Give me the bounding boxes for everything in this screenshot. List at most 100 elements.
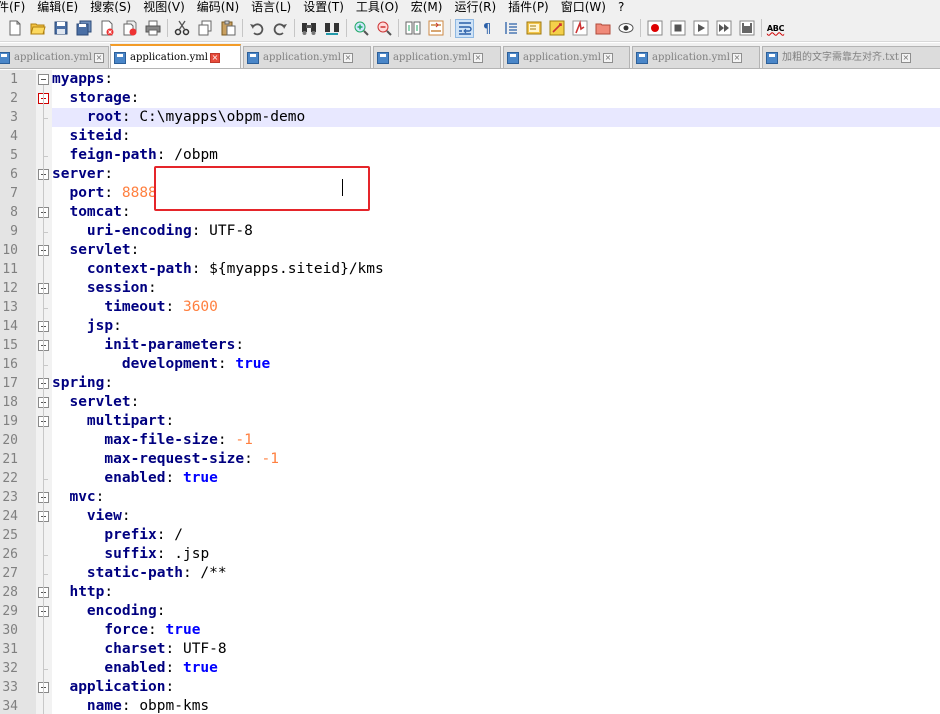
code-line[interactable]: encoding: (52, 602, 940, 621)
code-line[interactable]: siteid: (52, 127, 940, 146)
code-line[interactable]: context-path: ${myapps.siteid}/kms (52, 260, 940, 279)
code-line[interactable]: development: true (52, 355, 940, 374)
doc-map-button[interactable] (525, 20, 542, 37)
word-wrap-button[interactable] (455, 18, 474, 38)
menu-item-12[interactable]: ? (618, 0, 624, 15)
redo-button[interactable] (271, 20, 288, 37)
yaml-colon: : (235, 337, 245, 353)
tab-5[interactable]: application.yml × (503, 46, 630, 68)
code-line[interactable]: prefix: / (52, 526, 940, 545)
fold-margin[interactable] (36, 70, 52, 714)
monitor-button[interactable] (617, 20, 634, 37)
save-button[interactable] (52, 20, 69, 37)
tab-6[interactable]: application.yml × (632, 46, 760, 68)
yaml-colon: : (182, 565, 201, 581)
fold-toggle-icon[interactable] (38, 74, 49, 85)
code-line[interactable]: servlet: (52, 241, 940, 260)
sync-horizontal-button[interactable] (427, 20, 444, 37)
code-line[interactable]: name: obpm-kms (52, 697, 940, 714)
menu-item-8[interactable]: 宏(M) (411, 0, 443, 15)
tab-1[interactable]: application.yml × (0, 46, 109, 68)
yaml-colon: : (217, 432, 236, 448)
code-line[interactable]: enabled: true (52, 469, 940, 488)
new-file-button[interactable] (6, 20, 23, 37)
menu-item-9[interactable]: 运行(R) (454, 0, 496, 15)
zoom-in-button[interactable] (352, 20, 369, 37)
code-line[interactable]: feign-path: /obpm (52, 146, 940, 165)
play-macro-button[interactable] (692, 20, 709, 37)
tab-close-icon[interactable]: × (472, 52, 483, 63)
tab-3[interactable]: application.yml × (243, 46, 371, 68)
line-number: 18 (2, 395, 18, 410)
code-line[interactable]: force: true (52, 621, 940, 640)
code-line[interactable]: max-file-size: -1 (52, 431, 940, 450)
tab-7[interactable]: 加粗的文字需靠左对齐.txt × (762, 46, 940, 68)
sync-vertical-button[interactable] (404, 20, 421, 37)
code-line[interactable]: myapps: (52, 70, 940, 89)
code-line[interactable]: session: (52, 279, 940, 298)
code-line[interactable]: view: (52, 507, 940, 526)
menu-item-7[interactable]: 工具(O) (356, 0, 399, 15)
tab-close-icon[interactable]: × (342, 52, 353, 63)
code-line[interactable]: mvc: (52, 488, 940, 507)
replace-button[interactable] (323, 20, 340, 37)
code-line[interactable]: jsp: (52, 317, 940, 336)
zoom-out-button[interactable] (375, 20, 392, 37)
menu-item-0[interactable]: 件(F) (0, 0, 25, 15)
paste-button[interactable] (219, 20, 236, 37)
close-all-button[interactable] (121, 20, 138, 37)
undo-button[interactable] (248, 20, 265, 37)
code-line[interactable]: servlet: (52, 393, 940, 412)
tab-close-icon[interactable]: × (900, 52, 911, 63)
tab-2[interactable]: application.yml × (110, 44, 241, 68)
tab-label: application.yml (393, 51, 471, 63)
code-line[interactable]: spring: (52, 374, 940, 393)
menu-item-5[interactable]: 语言(L) (251, 0, 291, 15)
code-line[interactable]: charset: UTF-8 (52, 640, 940, 659)
menu-item-11[interactable]: 窗口(W) (561, 0, 606, 15)
tab-close-icon[interactable]: × (731, 52, 742, 63)
find-button[interactable] (300, 20, 317, 37)
record-macro-button[interactable] (646, 20, 663, 37)
tab-close-icon[interactable]: × (209, 52, 220, 63)
menu-item-1[interactable]: 编辑(E) (37, 0, 78, 15)
open-file-button[interactable] (29, 20, 46, 37)
code-line[interactable]: application: (52, 678, 940, 697)
menu-item-10[interactable]: 插件(P) (508, 0, 549, 15)
code-line[interactable]: init-parameters: (52, 336, 940, 355)
tab-4[interactable]: application.yml × (373, 46, 501, 68)
save-all-button[interactable] (75, 20, 92, 37)
menu-item-2[interactable]: 搜索(S) (90, 0, 131, 15)
toolbar-separator (761, 19, 762, 37)
menu-item-6[interactable]: 设置(T) (303, 0, 344, 15)
code-line[interactable]: root: C:\myapps\obpm-demo (52, 108, 940, 127)
play-multiple-button[interactable] (715, 20, 732, 37)
code-editor[interactable]: 1 2 3 4 5 6 7 8 9 10 11 12 13 14 15 16 17 18 19 20 21 22 23 24 2… (0, 70, 940, 714)
show-all-chars-button[interactable]: ¶ (479, 20, 496, 37)
copy-button[interactable] (196, 20, 213, 37)
stop-record-button[interactable] (669, 20, 686, 37)
menu-item-3[interactable]: 视图(V) (143, 0, 185, 15)
tab-close-icon[interactable]: × (93, 52, 104, 63)
code-line[interactable]: multipart: (52, 412, 940, 431)
function-list-button[interactable] (548, 20, 565, 37)
close-button[interactable] (98, 20, 115, 37)
code-line[interactable]: enabled: true (52, 659, 940, 678)
tab-close-icon[interactable]: × (602, 52, 613, 63)
lang-button[interactable] (571, 20, 588, 37)
folder-workspace-button[interactable] (594, 20, 611, 37)
code-line[interactable]: http: (52, 583, 940, 602)
print-button[interactable] (144, 20, 161, 37)
code-line[interactable]: uri-encoding: UTF-8 (52, 222, 940, 241)
code-line[interactable]: max-request-size: -1 (52, 450, 940, 469)
spell-check-button[interactable]: ABC (767, 20, 785, 37)
menu-item-4[interactable]: 编码(N) (197, 0, 239, 15)
code-line[interactable]: storage: (52, 89, 940, 108)
code-line[interactable]: static-path: /** (52, 564, 940, 583)
code-line[interactable]: suffix: .jsp (52, 545, 940, 564)
save-macro-button[interactable] (738, 20, 755, 37)
indent-guide-button[interactable] (502, 20, 519, 37)
cut-button[interactable] (173, 20, 190, 37)
code-line[interactable]: timeout: 3600 (52, 298, 940, 317)
